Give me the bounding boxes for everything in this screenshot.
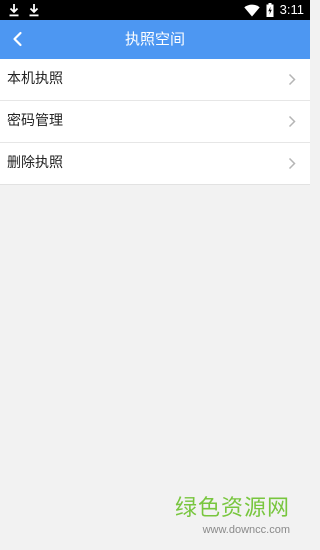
menu-item-delete-license[interactable]: 删除执照 xyxy=(0,143,310,184)
menu-list: 本机执照 密码管理 删除执照 xyxy=(0,59,310,185)
chevron-right-icon xyxy=(288,73,296,86)
watermark: 绿色资源网 www.downcc.com xyxy=(175,496,290,537)
chevron-right-icon xyxy=(288,157,296,170)
menu-item-label: 密码管理 xyxy=(7,113,63,129)
status-time: 3:11 xyxy=(279,2,304,17)
chevron-right-icon xyxy=(288,115,296,128)
watermark-url: www.downcc.com xyxy=(202,524,290,536)
menu-item-local-license[interactable]: 本机执照 xyxy=(0,59,310,101)
status-bar: 3:11 xyxy=(0,0,310,20)
battery-charging-icon xyxy=(266,3,274,17)
menu-item-label: 本机执照 xyxy=(7,71,63,87)
menu-item-password-management[interactable]: 密码管理 xyxy=(0,101,310,143)
menu-item-label: 删除执照 xyxy=(7,155,63,171)
watermark-title: 绿色资源网 xyxy=(174,496,290,521)
page-title: 执照空间 xyxy=(124,30,185,48)
wifi-icon xyxy=(243,4,260,17)
download-icon xyxy=(29,3,39,17)
download-icon xyxy=(9,3,19,17)
app-header: 执照空间 xyxy=(0,20,310,59)
